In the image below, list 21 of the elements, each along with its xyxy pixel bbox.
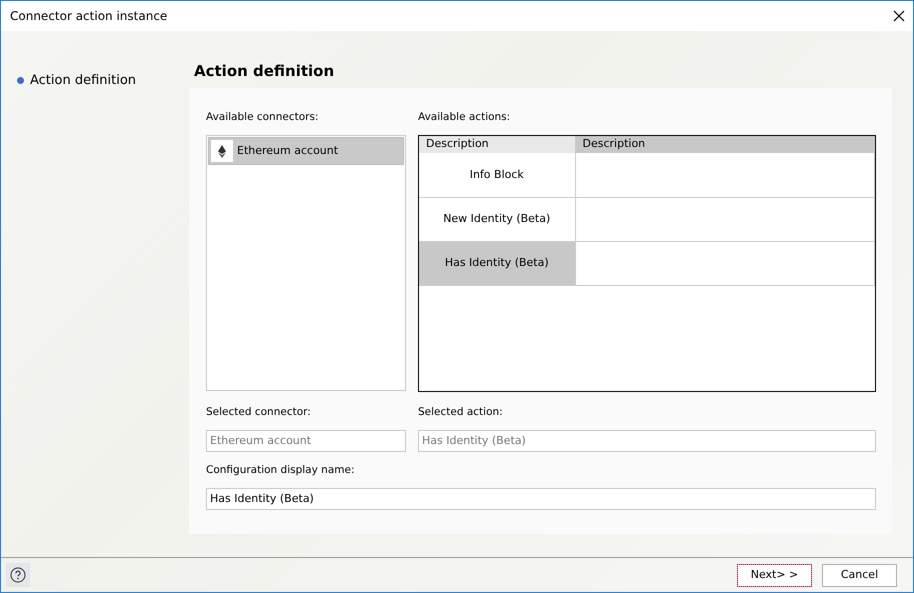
table-cell[interactable]: New Identity (Beta) bbox=[419, 197, 575, 242]
field-label: Selected action: bbox=[418, 405, 504, 420]
section-heading: Action definition bbox=[194, 60, 336, 82]
help-icon[interactable] bbox=[10, 567, 26, 584]
table-cell[interactable]: Has Identity (Beta) bbox=[419, 241, 575, 286]
display-name-field[interactable]: Has Identity (Beta) bbox=[206, 488, 876, 510]
column-header[interactable]: Description bbox=[419, 136, 575, 154]
field-label: Selected connector: bbox=[206, 405, 312, 420]
diamond-icon bbox=[218, 144, 226, 158]
field-label: Available connectors: bbox=[206, 110, 320, 126]
close-icon[interactable] bbox=[893, 10, 905, 22]
column-header[interactable]: Description bbox=[575, 136, 874, 154]
connector-list[interactable]: Ethereum account bbox=[206, 135, 406, 392]
field-label: Configuration display name: bbox=[206, 462, 356, 478]
connector-item[interactable]: Ethereum account bbox=[208, 137, 404, 166]
field-label: Available actions: bbox=[418, 110, 512, 126]
sidebar-item[interactable]: Action definition bbox=[30, 70, 136, 90]
dialog-button[interactable]: Cancel bbox=[822, 564, 897, 587]
window-title: Connector action instance bbox=[10, 8, 168, 25]
dialog-button[interactable]: Next> > bbox=[737, 564, 812, 587]
table-cell[interactable]: Info Block bbox=[419, 153, 575, 198]
